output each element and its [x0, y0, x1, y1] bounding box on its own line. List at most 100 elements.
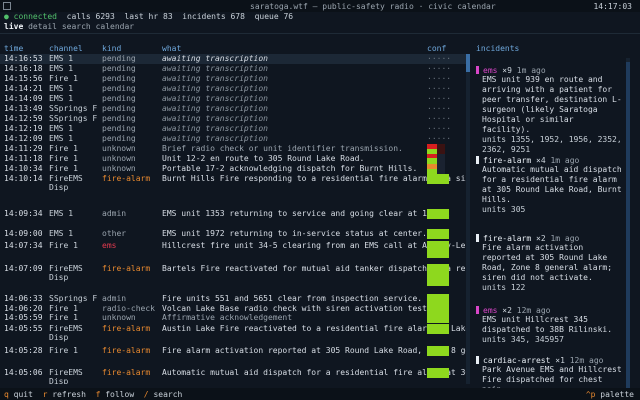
- incidents-pane: incidents ems ×9 1m ago EMS unit 939 en r…: [476, 44, 640, 394]
- row-what: Fire units 551 and 5651 clear from inspe…: [162, 294, 423, 303]
- table-row[interactable]: 14:12:59 SSprings F pending awaiting transc…: [0, 114, 470, 124]
- col-header-conf[interactable]: conf: [427, 44, 446, 53]
- incident-units: units 1355, 1952, 1956, 2352, 2362, 9251: [482, 135, 622, 154]
- queue-count: 76: [283, 12, 294, 21]
- row-kind: admin: [102, 294, 127, 303]
- incident-card[interactable]: fire-alarm ×2 1m ago Fire alarm activatio…: [476, 234, 626, 293]
- row-kind: admin: [102, 209, 127, 218]
- row-channel: SSprings F: [49, 104, 98, 113]
- table-row[interactable]: 14:05:59 Fire 1 unknown Affirmative acknowl…: [0, 313, 470, 324]
- row-what: awaiting transcription: [162, 124, 268, 133]
- calls-label: calls: [66, 12, 91, 21]
- table-row[interactable]: 14:12:19 EMS 1 pending awaiting transcripti…: [0, 124, 470, 134]
- row-channel: Fire 1: [49, 154, 78, 163]
- row-channel: Fire 1: [49, 346, 78, 355]
- table-row[interactable]: 14:16:53 EMS 1 pending awaiting transcripti…: [0, 54, 470, 64]
- call-table: 14:16:53 EMS 1 pending awaiting transcripti…: [0, 54, 470, 384]
- table-row[interactable]: 14:05:28 Fire 1 fire-alarm Fire alarm activ…: [0, 346, 470, 368]
- confidence-bar: [427, 324, 449, 334]
- row-what: awaiting transcription: [162, 54, 268, 63]
- tab-live[interactable]: live: [4, 22, 23, 31]
- incidents-scrollbar-thumb[interactable]: [626, 62, 630, 388]
- table-row[interactable]: 14:12:09 EMS 1 pending awaiting transcripti…: [0, 134, 470, 144]
- table-row[interactable]: 14:11:18 Fire 1 unknown Unit 12-2 en route …: [0, 154, 470, 164]
- incident-units: units 305: [482, 205, 526, 214]
- row-conf-pending: ·····: [427, 124, 452, 133]
- table-row[interactable]: 14:07:09 FireEMS Disp fire-alarm Bartels Fi…: [0, 264, 470, 294]
- row-channel: EMS 1: [49, 209, 74, 218]
- row-time: 14:10:14: [4, 174, 43, 183]
- confidence-bar-tail: [437, 144, 445, 154]
- table-row[interactable]: 14:16:18 EMS 1 pending awaiting transcripti…: [0, 64, 470, 74]
- incident-header: ems ×9 1m ago: [476, 66, 626, 75]
- incident-card[interactable]: ems ×2 12m ago EMS unit Hillcrest 345 dis…: [476, 306, 626, 345]
- tab-calendar[interactable]: calendar: [96, 22, 135, 31]
- row-conf-pending: ·····: [427, 104, 452, 113]
- key-hints: q quit r refresh f follow / search: [4, 390, 182, 399]
- key-q[interactable]: q: [4, 390, 9, 399]
- row-what: Austin Lake Fire reactivated to a reside…: [162, 324, 470, 333]
- row-kind: pending: [102, 104, 136, 113]
- row-what: awaiting transcription: [162, 104, 268, 113]
- table-scrollbar-thumb[interactable]: [466, 54, 470, 72]
- incident-summary: Automatic mutual aid dispatch for a resi…: [482, 165, 622, 204]
- search-hint[interactable]: search: [153, 390, 182, 399]
- table-row[interactable]: 14:13:49 SSprings F pending awaiting transc…: [0, 104, 470, 114]
- incident-kind: fire-alarm: [483, 234, 532, 243]
- incident-count: ×2: [536, 234, 546, 243]
- incident-count: ×2: [502, 306, 512, 315]
- row-kind: other: [102, 229, 127, 238]
- row-what: Bartels Fire reactivated for mutual aid …: [162, 264, 470, 273]
- col-header-what[interactable]: what: [162, 44, 181, 53]
- incident-kind: ems: [483, 66, 498, 75]
- refresh-hint[interactable]: refresh: [52, 390, 86, 399]
- table-row[interactable]: 14:15:56 Fire 1 pending awaiting transcript…: [0, 74, 470, 84]
- row-what: Unit 12-2 en route to 305 Round Lake Roa…: [162, 154, 365, 163]
- table-scrollbar[interactable]: [466, 54, 470, 384]
- row-time: 14:05:28: [4, 346, 43, 355]
- table-row[interactable]: 14:10:34 Fire 1 unknown Portable 17-2 ackno…: [0, 164, 470, 179]
- palette-hint[interactable]: ^p palette: [586, 390, 634, 399]
- incident-summary: EMS unit Hillcrest 345 dispatched to 38B…: [482, 315, 613, 334]
- table-row[interactable]: 14:07:34 Fire 1 ems Hillcrest fire unit 34-…: [0, 241, 470, 264]
- table-row[interactable]: 14:05:06 FireEMS Disp fire-alarm Automatic …: [0, 368, 470, 384]
- row-conf-pending: ·····: [427, 74, 452, 83]
- window-menu-icon[interactable]: [3, 2, 11, 10]
- table-row[interactable]: 14:14:21 EMS 1 pending awaiting transcripti…: [0, 84, 470, 94]
- incident-card[interactable]: fire-alarm ×4 1m ago Automatic mutual aid…: [476, 156, 626, 215]
- row-time: 14:11:29: [4, 144, 43, 153]
- row-conf-pending: ·····: [427, 54, 452, 63]
- table-row[interactable]: 14:11:29 Fire 1 unknown Brief radio check o…: [0, 144, 470, 156]
- confidence-bar: [427, 241, 449, 258]
- palette-label[interactable]: palette: [600, 390, 634, 399]
- col-header-kind[interactable]: kind: [102, 44, 121, 53]
- row-time: 14:10:34: [4, 164, 43, 173]
- row-channel: Fire 1: [49, 144, 78, 153]
- row-kind: fire-alarm: [102, 346, 151, 355]
- col-header-channel[interactable]: channel: [49, 44, 83, 53]
- table-row[interactable]: 14:10:14 FireEMS Disp fire-alarm Burnt Hill…: [0, 174, 470, 209]
- incidents-scrollbar[interactable]: [626, 58, 630, 388]
- window-title: saratoga.wtf — public-safety radio · civ…: [250, 2, 496, 11]
- table-row[interactable]: 14:06:33 SSprings F admin Fire units 551 an…: [0, 294, 470, 304]
- row-what: Hillcrest fire unit 34-5 clearing from a…: [162, 241, 470, 250]
- key-ctrl-p[interactable]: ^p: [586, 390, 596, 399]
- col-header-time[interactable]: time: [4, 44, 23, 53]
- row-time: 14:05:06: [4, 368, 43, 377]
- tab-detail[interactable]: detail: [28, 22, 57, 31]
- window-titlebar: saratoga.wtf — public-safety radio · civ…: [0, 0, 640, 12]
- quit-hint[interactable]: quit: [14, 390, 33, 399]
- table-row[interactable]: 14:05:55 FireEMS Disp fire-alarm Austin Lak…: [0, 324, 470, 346]
- key-r[interactable]: r: [43, 390, 48, 399]
- incident-card[interactable]: ems ×9 1m ago EMS unit 939 en route and a…: [476, 66, 626, 155]
- table-row[interactable]: 14:09:34 EMS 1 admin EMS unit 1353 returnin…: [0, 209, 470, 229]
- table-row[interactable]: 14:14:09 EMS 1 pending awaiting transcripti…: [0, 94, 470, 104]
- row-kind: pending: [102, 134, 136, 143]
- incident-count: ×4: [536, 156, 546, 165]
- tab-search[interactable]: search: [62, 22, 91, 31]
- row-channel: SSprings F: [49, 294, 98, 303]
- table-row[interactable]: 14:09:00 EMS 1 other EMS unit 1972 returnin…: [0, 229, 470, 241]
- key-slash[interactable]: /: [144, 390, 149, 399]
- follow-hint[interactable]: follow: [105, 390, 134, 399]
- key-f[interactable]: f: [96, 390, 101, 399]
